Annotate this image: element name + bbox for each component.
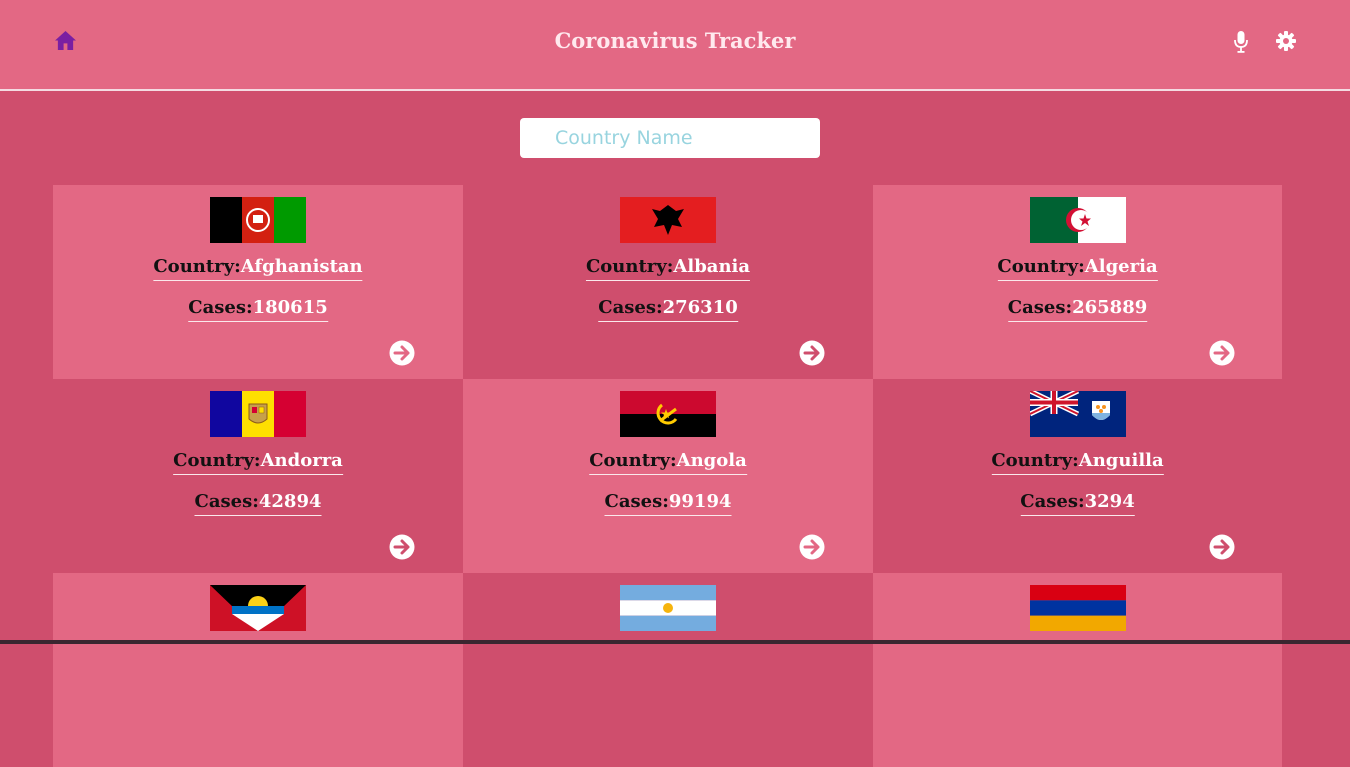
- country-name-line: Country:Albania: [585, 256, 751, 281]
- cases-count: 3294: [1084, 491, 1135, 512]
- cases-label: Cases:: [1020, 491, 1085, 512]
- cases-line: Cases:265889: [1007, 297, 1148, 322]
- anguilla-flag: [1029, 391, 1126, 437]
- country-card: Country:Andorra Cases:42894: [53, 379, 463, 573]
- cases-count: 276310: [662, 297, 738, 318]
- window-bottom-edge: [0, 640, 1350, 644]
- arrow-right-circle-icon[interactable]: [799, 534, 825, 560]
- angola-flag: [620, 391, 716, 437]
- country-card: [53, 573, 463, 767]
- cases-count: 42894: [258, 491, 322, 512]
- country-name: Andorra: [260, 450, 343, 471]
- cases-line: Cases:3294: [1020, 491, 1135, 516]
- country-name: Albania: [673, 256, 751, 277]
- cases-line: Cases:42894: [194, 491, 322, 516]
- cases-label: Cases:: [598, 297, 663, 318]
- country-name-line: Country:Algeria: [997, 256, 1158, 281]
- country-label: Country:: [997, 256, 1085, 277]
- country-name: Algeria: [1084, 256, 1158, 277]
- cases-line: Cases:276310: [598, 297, 738, 322]
- arrow-right-circle-icon[interactable]: [389, 340, 415, 366]
- app-title: Coronavirus Tracker: [554, 28, 796, 53]
- country-grid: Country:Afghanistan Cases:180615 Country…: [53, 185, 1282, 767]
- arrow-right-circle-icon[interactable]: [1209, 534, 1235, 560]
- country-label: Country:: [585, 256, 674, 277]
- argentina-flag: [620, 585, 716, 631]
- country-name: Anguilla: [1078, 450, 1164, 471]
- country-card: Country:Angola Cases:99194: [463, 379, 873, 573]
- armenia-flag: [1029, 585, 1126, 631]
- country-name-line: Country:Anguilla: [991, 450, 1164, 475]
- app-header: Coronavirus Tracker: [0, 0, 1350, 91]
- country-name: Angola: [676, 450, 747, 471]
- country-card: Country:Algeria Cases:265889: [873, 185, 1282, 379]
- country-name-line: Country:Afghanistan: [153, 256, 363, 281]
- microphone-icon[interactable]: [1233, 31, 1249, 53]
- andorra-flag: [210, 391, 306, 437]
- country-card: Country:Anguilla Cases:3294: [873, 379, 1282, 573]
- cases-label: Cases:: [604, 491, 669, 512]
- country-card: Country:Afghanistan Cases:180615: [53, 185, 463, 379]
- arrow-right-circle-icon[interactable]: [389, 534, 415, 560]
- country-label: Country:: [589, 450, 677, 471]
- cases-line: Cases:180615: [188, 297, 328, 322]
- cases-count: 99194: [668, 491, 732, 512]
- arrow-right-circle-icon[interactable]: [799, 340, 825, 366]
- country-name: Afghanistan: [240, 256, 363, 277]
- antigua-and-barbuda-flag: [210, 585, 306, 631]
- country-search-input[interactable]: [520, 118, 820, 158]
- country-name-line: Country:Angola: [589, 450, 747, 475]
- cases-line: Cases:99194: [604, 491, 732, 516]
- country-label: Country:: [173, 450, 261, 471]
- afghanistan-flag: [210, 197, 306, 243]
- country-card: Country:Albania Cases:276310: [463, 185, 873, 379]
- cases-label: Cases:: [1007, 297, 1073, 318]
- country-name-line: Country:Andorra: [173, 450, 343, 475]
- algeria-flag: [1029, 197, 1126, 243]
- country-card: [873, 573, 1282, 767]
- gear-icon[interactable]: [1276, 31, 1296, 51]
- country-label: Country:: [153, 256, 241, 277]
- arrow-right-circle-icon[interactable]: [1209, 340, 1235, 366]
- cases-count: 265889: [1072, 297, 1148, 318]
- cases-label: Cases:: [188, 297, 253, 318]
- country-card: [463, 573, 873, 767]
- country-label: Country:: [991, 450, 1079, 471]
- albania-flag: [620, 197, 716, 243]
- cases-label: Cases:: [194, 491, 259, 512]
- cases-count: 180615: [252, 297, 328, 318]
